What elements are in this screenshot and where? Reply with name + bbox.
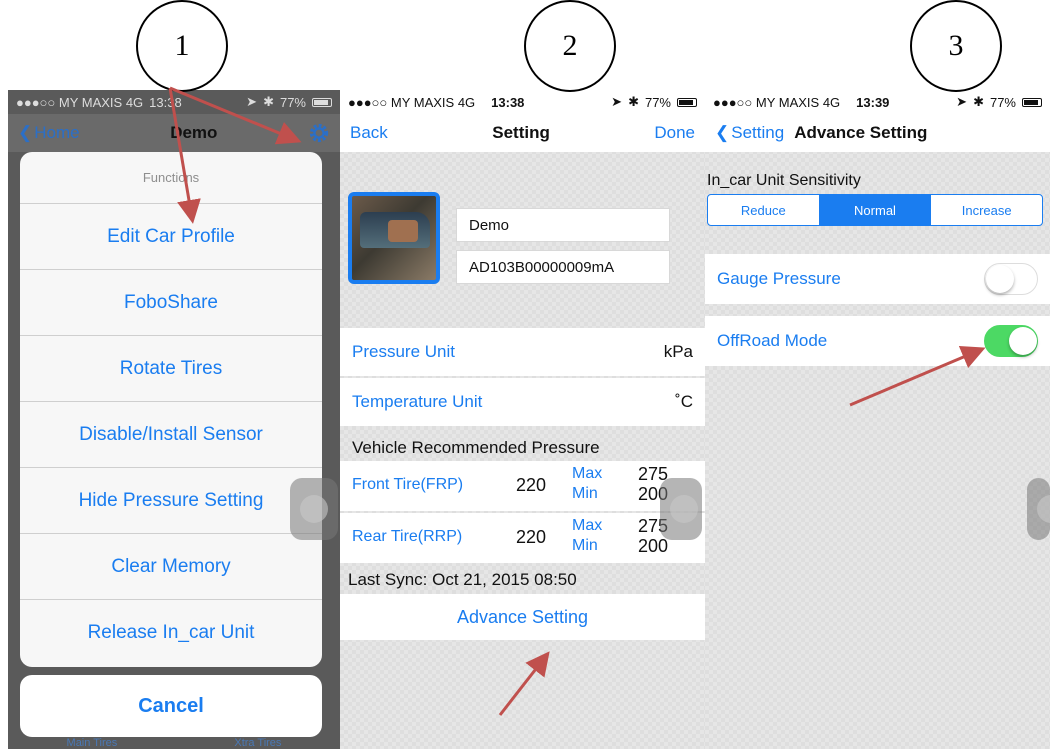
functions-action-sheet: Functions Edit Car Profile FoboShare Rot… <box>20 152 322 667</box>
front-tire-value: 220 <box>516 475 547 495</box>
pressure-unit-row[interactable]: Pressure Unit kPa <box>340 328 705 376</box>
home-back-button[interactable]: ❮ Home <box>18 123 80 143</box>
rear-tire-row[interactable]: Rear Tire(RRP) 220 Max Min 275 200 <box>340 513 705 563</box>
gear-icon <box>309 123 329 143</box>
assistive-touch-button[interactable] <box>660 478 702 540</box>
setting-back-label: Setting <box>731 123 785 142</box>
recommended-pressure-heading: Vehicle Recommended Pressure <box>352 438 600 457</box>
home-back-label: Home <box>34 123 80 142</box>
battery-icon <box>312 97 332 107</box>
front-tire-row[interactable]: Front Tire(FRP) 220 Max Min 275 200 <box>340 461 705 511</box>
rear-max-label: Max <box>572 517 603 534</box>
sensitivity-segmented-control: Reduce Normal Increase <box>707 194 1043 226</box>
temperature-unit-value: ˚C <box>675 392 693 411</box>
gauge-pressure-row: Gauge Pressure <box>705 254 1050 304</box>
clock: 13:38 <box>149 94 182 110</box>
chevron-left-icon: ❮ <box>18 123 33 142</box>
device-id-field[interactable]: AD103B00000009mA <box>456 250 670 284</box>
location-icon: ➤ <box>956 94 968 109</box>
nav-title: Setting <box>492 123 550 142</box>
rear-tire-label: Rear Tire(RRP) <box>352 528 463 545</box>
step-2-circle: 2 <box>524 0 616 92</box>
nav-bar: ❮ Home Demo <box>8 114 340 152</box>
offroad-mode-row: OffRoad Mode <box>705 316 1050 366</box>
advance-setting-content: In_car Unit Sensitivity Reduce Normal In… <box>705 152 1050 749</box>
nav-title: Advance Setting <box>794 123 928 142</box>
car-photo[interactable] <box>348 192 440 284</box>
step-1-circle: 1 <box>136 0 228 92</box>
advance-setting-button[interactable]: Advance Setting <box>340 594 705 640</box>
front-max-label: Max <box>572 465 603 482</box>
setting-back-button[interactable]: ❮ Setting <box>715 123 784 143</box>
switch-knob <box>1009 327 1037 355</box>
switch-knob <box>986 265 1014 293</box>
bluetooth-icon: ✱ <box>628 94 639 109</box>
phone-advance-setting-screen: ●●●○○ MY MAXIS 4G 13:39 ➤ ✱ 77% ❮ Settin… <box>705 90 1050 749</box>
disable-install-sensor-button[interactable]: Disable/Install Sensor <box>20 402 322 468</box>
temperature-unit-label: Temperature Unit <box>352 392 483 411</box>
rear-tire-value: 220 <box>516 527 547 547</box>
status-bar: ●●●○○ MY MAXIS 4G 13:38 ➤ ✱ 77% <box>340 90 705 114</box>
bluetooth-icon: ✱ <box>973 94 984 109</box>
edit-car-profile-button[interactable]: Edit Car Profile <box>20 204 322 270</box>
battery-percent: 77% <box>644 94 671 110</box>
chevron-left-icon: ❮ <box>715 123 730 142</box>
tab-xtra-tires[interactable]: Xtra Tires <box>234 738 281 749</box>
nav-title: Demo <box>170 123 218 142</box>
foboshare-button[interactable]: FoboShare <box>20 270 322 336</box>
nav-bar: ❮ Setting Advance Setting <box>705 114 1050 152</box>
temperature-unit-row[interactable]: Temperature Unit ˚C <box>340 378 705 426</box>
done-button[interactable]: Done <box>654 123 695 143</box>
carrier-label: ●●●○○ MY MAXIS 4G <box>348 94 476 110</box>
battery-icon <box>677 97 697 107</box>
battery-icon <box>1022 97 1042 107</box>
carrier-label: ●●●○○ MY MAXIS 4G <box>16 94 144 110</box>
location-icon: ➤ <box>611 94 623 109</box>
battery-percent: 77% <box>989 94 1016 110</box>
nav-bar: Back Setting Done <box>340 114 705 152</box>
last-sync-text: Last Sync: Oct 21, 2015 08:50 <box>348 570 577 589</box>
status-bar: ●●●○○ MY MAXIS 4G 13:38 ➤ ✱ 77% <box>8 90 340 114</box>
sheet-title: Functions <box>20 152 322 204</box>
setting-content: Demo AD103B00000009mA Pressure Unit kPa … <box>340 152 705 749</box>
segment-reduce[interactable]: Reduce <box>708 195 820 225</box>
offroad-mode-label: OffRoad Mode <box>717 331 828 350</box>
gauge-pressure-switch[interactable] <box>984 263 1038 295</box>
cancel-button[interactable]: Cancel <box>20 675 322 737</box>
release-in-car-unit-button[interactable]: Release In_car Unit <box>20 600 322 666</box>
sensitivity-label: In_car Unit Sensitivity <box>707 172 861 189</box>
clear-memory-button[interactable]: Clear Memory <box>20 534 322 600</box>
rotate-tires-button[interactable]: Rotate Tires <box>20 336 322 402</box>
segment-normal[interactable]: Normal <box>819 195 932 225</box>
car-name-field[interactable]: Demo <box>456 208 670 242</box>
front-tire-label: Front Tire(FRP) <box>352 476 464 493</box>
location-icon: ➤ <box>246 94 258 109</box>
status-bar: ●●●○○ MY MAXIS 4G 13:39 ➤ ✱ 77% <box>705 90 1050 114</box>
phone-functions-screen: ●●●○○ MY MAXIS 4G 13:38 ➤ ✱ 77% ❮ Home D… <box>8 90 340 749</box>
rear-min-value: 200 <box>638 536 669 556</box>
hide-pressure-setting-button[interactable]: Hide Pressure Setting <box>20 468 322 534</box>
phone-setting-screen: ●●●○○ MY MAXIS 4G 13:38 ➤ ✱ 77% Back Set… <box>340 90 705 749</box>
tab-main-tires[interactable]: Main Tires <box>67 738 118 749</box>
clock: 13:38 <box>491 94 525 110</box>
assistive-touch-button[interactable] <box>1027 478 1050 540</box>
front-min-label: Min <box>572 485 598 502</box>
carrier-label: ●●●○○ MY MAXIS 4G <box>713 94 841 110</box>
pressure-unit-label: Pressure Unit <box>352 342 455 361</box>
bluetooth-icon: ✱ <box>263 94 274 109</box>
segment-increase[interactable]: Increase <box>931 195 1042 225</box>
battery-percent: 77% <box>279 94 306 110</box>
gauge-pressure-label: Gauge Pressure <box>717 269 841 288</box>
pressure-unit-value: kPa <box>663 342 693 361</box>
tab-bar: Main Tires Xtra Tires <box>8 738 340 749</box>
settings-button[interactable] <box>308 122 330 144</box>
clock: 13:39 <box>856 94 890 110</box>
rear-min-label: Min <box>572 537 598 554</box>
back-button[interactable]: Back <box>350 123 388 143</box>
assistive-touch-button[interactable] <box>290 478 338 540</box>
offroad-mode-switch[interactable] <box>984 325 1038 357</box>
step-3-circle: 3 <box>910 0 1002 92</box>
